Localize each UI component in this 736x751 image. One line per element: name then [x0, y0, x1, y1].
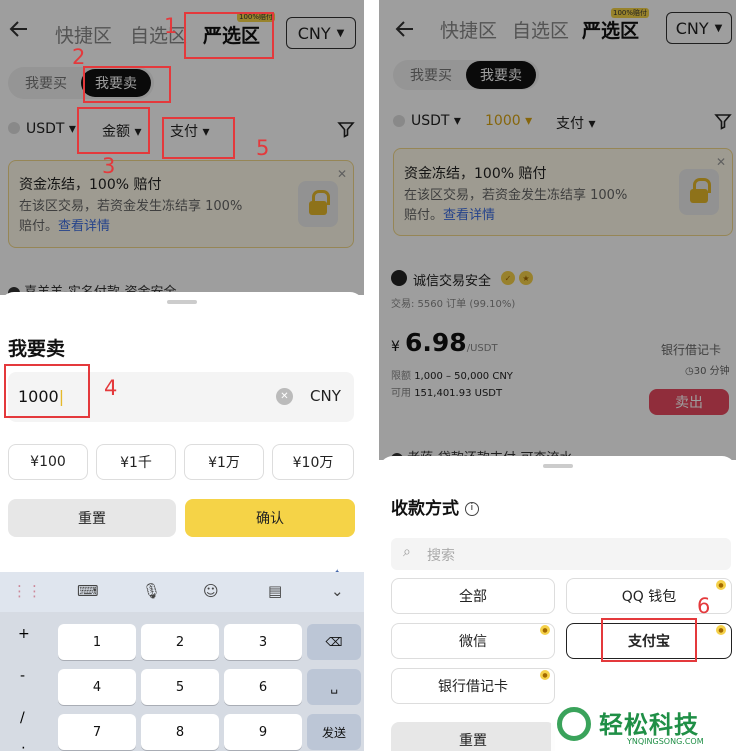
preset-100k[interactable]: ¥10万	[272, 444, 354, 480]
preset-1k[interactable]: ¥1千	[96, 444, 176, 480]
annotation-label-6: 6	[697, 594, 711, 618]
emoji-icon[interactable]: ☺	[203, 582, 219, 600]
qq-wallet-badge-icon: ●	[716, 580, 726, 590]
key-slash[interactable]: /	[20, 710, 25, 726]
send-key[interactable]: 发送	[307, 714, 361, 750]
annotation-box-1	[184, 12, 274, 59]
clipboard-icon[interactable]: ▤	[268, 582, 282, 600]
right-screenshot: 快捷区 自选区 严选区 100%赔付 CNY ▼ 我要买 我要卖 USDT ▾ …	[379, 0, 736, 751]
annotation-label-5: 5	[256, 136, 270, 160]
keyboard: ⋮⋮ ⌨ 🎙 ☺ ▤ ⌄ + - / : 1 2 3 4 5 6 7 8 9 ⌫…	[0, 572, 364, 751]
watermark-url: YNQINGSONG.COM	[627, 737, 704, 746]
collapse-keyboard-icon[interactable]: ⌄	[331, 582, 344, 600]
search-input[interactable]: ⌕ 搜索	[391, 538, 731, 570]
method-all[interactable]: 全部	[391, 578, 555, 614]
screenshot-gap	[364, 0, 379, 751]
keyboard-grid-icon[interactable]: ⌨	[77, 582, 99, 600]
left-screenshot: 快捷区 自选区 严选区 100%赔付 CNY ▼ 我要买 我要卖 USDT ▾ …	[0, 0, 364, 751]
watermark: 轻松科技 YNQINGSONG.COM	[551, 703, 736, 751]
wechat-badge-icon: ●	[540, 625, 550, 635]
annotation-box-3	[77, 107, 150, 154]
annotation-box-5	[162, 117, 235, 159]
watermark-name: 轻松科技	[599, 711, 699, 739]
sell-amount-sheet: 我要卖 1000| ✕ CNY ¥100 ¥1千 ¥1万 ¥10万 重置 确认 …	[0, 292, 364, 579]
reset-button[interactable]: 重置	[8, 499, 176, 537]
info-icon[interactable]: i	[464, 502, 479, 516]
bank-card-badge-icon: ●	[540, 670, 550, 680]
space-key[interactable]: ␣	[307, 669, 361, 705]
key-minus[interactable]: -	[20, 668, 25, 684]
confirm-button[interactable]: 确认	[185, 499, 355, 537]
preset-100[interactable]: ¥100	[8, 444, 88, 480]
search-icon: ⌕	[403, 544, 411, 560]
reset-button[interactable]: 重置	[391, 722, 555, 751]
key-2[interactable]: 2	[141, 624, 219, 660]
sheet-title: 我要卖	[8, 338, 66, 360]
watermark-logo-icon	[557, 707, 591, 741]
method-bank-debit-card[interactable]: 银行借记卡	[391, 668, 555, 704]
sheet-handle[interactable]	[167, 300, 197, 304]
annotation-label-4: 4	[104, 376, 118, 400]
dim-overlay[interactable]	[379, 0, 736, 460]
key-6[interactable]: 6	[224, 669, 302, 705]
amount-unit: CNY	[310, 387, 341, 405]
method-wechat[interactable]: 微信	[391, 623, 555, 659]
annotation-box-2	[83, 66, 171, 103]
sheet-handle[interactable]	[542, 464, 573, 468]
key-5[interactable]: 5	[141, 669, 219, 705]
key-colon[interactable]: :	[21, 742, 26, 751]
keyboard-toolbar: ⋮⋮ ⌨ 🎙 ☺ ▤ ⌄	[0, 572, 364, 612]
symbol-column: + - / :	[0, 616, 48, 751]
clear-icon[interactable]: ✕	[276, 388, 293, 405]
preset-10k[interactable]: ¥1万	[184, 444, 264, 480]
key-3[interactable]: 3	[224, 624, 302, 660]
key-4[interactable]: 4	[58, 669, 136, 705]
annotation-box-6	[601, 618, 697, 662]
annotation-box-4	[4, 364, 90, 418]
key-1[interactable]: 1	[58, 624, 136, 660]
key-9[interactable]: 9	[224, 714, 302, 750]
sticker-icon[interactable]: ⋮⋮	[12, 582, 42, 600]
alipay-badge-icon: ●	[716, 625, 726, 635]
key-7[interactable]: 7	[58, 714, 136, 750]
key-plus[interactable]: +	[18, 626, 30, 642]
backspace-key[interactable]: ⌫	[307, 624, 361, 660]
search-placeholder: 搜索	[427, 548, 455, 564]
annotation-label-1: 1	[164, 14, 178, 38]
annotation-label-2: 2	[72, 45, 86, 69]
sheet-title: 收款方式 i	[391, 494, 479, 519]
microphone-icon[interactable]: 🎙	[142, 582, 161, 600]
annotation-label-3: 3	[102, 154, 116, 178]
key-8[interactable]: 8	[141, 714, 219, 750]
